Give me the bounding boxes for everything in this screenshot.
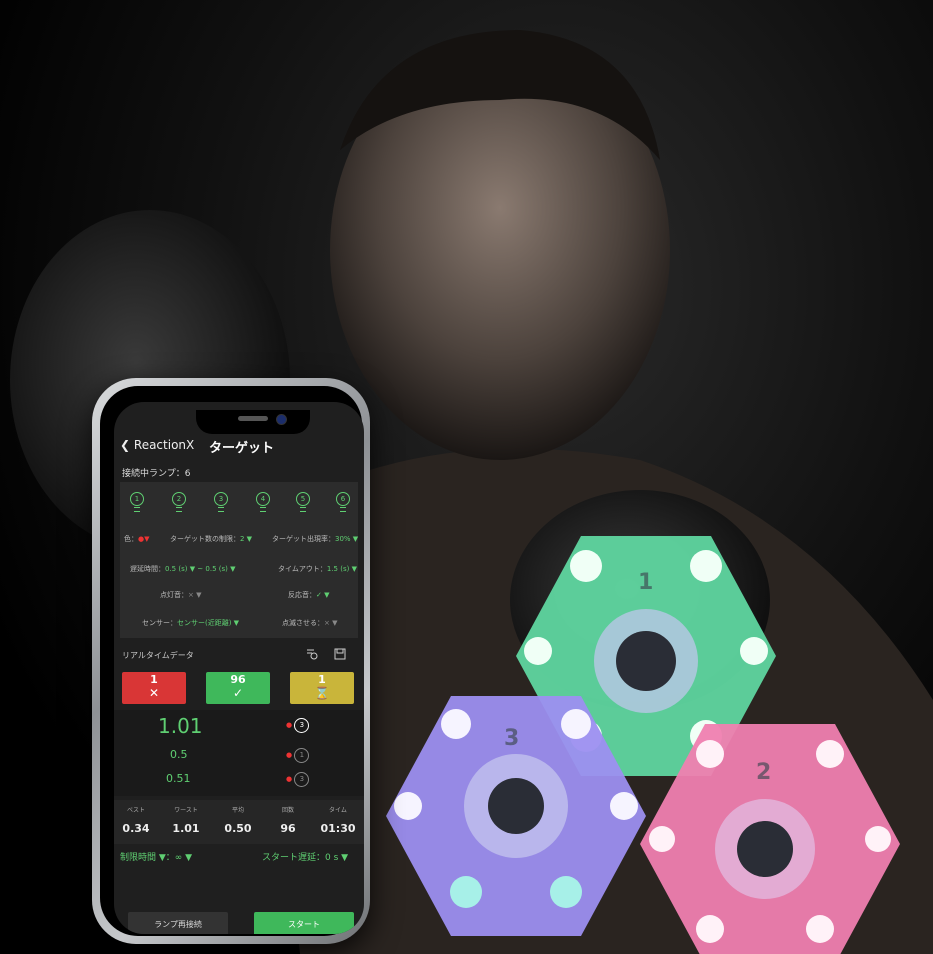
bulb-icon bbox=[134, 507, 140, 512]
lamp-rank-1: ● 3 bbox=[286, 718, 310, 733]
stat-header: ワースト bbox=[174, 807, 198, 814]
save-icon[interactable] bbox=[334, 648, 346, 660]
miss-count-tile: 1 ✕ bbox=[122, 672, 186, 704]
lamp-rank-3: ● 3 bbox=[286, 772, 310, 787]
timeout-setting[interactable]: タイムアウト：1.5 (s) ▼ bbox=[278, 564, 357, 574]
stat-value: 96 bbox=[280, 822, 296, 835]
realtime-title: リアルタイムデータ bbox=[122, 651, 194, 660]
reaction-times: 1.01 0.5 0.51 ● 3 ● 1 ● 3 bbox=[114, 710, 364, 796]
delay-setting[interactable]: 遅延時間：0.5 (s) ▼ ~ 0.5 (s) ▼ bbox=[130, 564, 235, 574]
bulb-icon bbox=[218, 507, 224, 512]
time-limit-setting[interactable]: 制限時間 ▼：∞ ▼ bbox=[120, 850, 192, 863]
hexagon-number: 1 bbox=[638, 570, 654, 595]
scene: 1 3 2 ❮ ReactionX ターゲット 接続中ランプ：6 1 2 3 4… bbox=[0, 0, 933, 954]
color-setting[interactable]: 色：●▼ bbox=[124, 534, 150, 544]
stats-row: ベスト ワースト 平均 回数 タイム 0.34 1.01 0.50 96 01:… bbox=[114, 800, 364, 844]
appear-rate-setting[interactable]: ターゲット出現率：30% ▼ bbox=[272, 534, 358, 544]
start-delay-setting[interactable]: スタート遅延：0 s ▼ bbox=[262, 850, 348, 863]
nav-bar: ❮ ReactionX ターゲット bbox=[114, 434, 364, 460]
previous-time-1: 0.5 bbox=[170, 748, 188, 761]
reset-icon[interactable] bbox=[306, 648, 318, 660]
stat-header: 平均 bbox=[231, 807, 244, 814]
sensor-setting[interactable]: センサー：センサー(近距離) ▼ bbox=[142, 618, 239, 628]
hit-count-tile: 96 ✓ bbox=[206, 672, 270, 704]
back-button[interactable]: ❮ ReactionX bbox=[120, 438, 194, 452]
stat-header: タイム bbox=[329, 807, 347, 814]
bulb-icon bbox=[176, 507, 182, 512]
lamp-2[interactable]: 2 bbox=[168, 492, 190, 512]
realtime-header: リアルタイムデータ bbox=[120, 646, 358, 664]
bulb-icon bbox=[260, 507, 266, 512]
start-button[interactable]: スタート bbox=[254, 912, 354, 934]
stat-header: 回数 bbox=[281, 807, 294, 814]
lamp-list: 1 2 3 4 5 6 bbox=[120, 492, 358, 516]
hourglass-icon: ⌛ bbox=[314, 686, 330, 700]
hexagon-number: 3 bbox=[504, 726, 520, 751]
hexagon-lamp-3: 3 bbox=[386, 696, 646, 936]
lamp-5[interactable]: 5 bbox=[292, 492, 314, 512]
blink-setting[interactable]: 点滅させる：× ▼ bbox=[282, 618, 337, 628]
hexagon-lamp-2: 2 bbox=[640, 724, 900, 954]
light-sound-setting[interactable]: 点灯音：× ▼ bbox=[160, 590, 201, 600]
bulb-icon bbox=[340, 507, 346, 512]
app-screen: ❮ ReactionX ターゲット 接続中ランプ：6 1 2 3 4 5 6 色… bbox=[114, 402, 364, 934]
check-icon: ✓ bbox=[232, 686, 244, 700]
phone-bezel: ❮ ReactionX ターゲット 接続中ランプ：6 1 2 3 4 5 6 色… bbox=[100, 386, 364, 936]
page-title: ターゲット bbox=[209, 441, 275, 456]
reconnect-lamps-button[interactable]: ランプ再接続 bbox=[128, 912, 228, 934]
lamp-1[interactable]: 1 bbox=[126, 492, 148, 512]
previous-time-2: 0.51 bbox=[166, 772, 191, 785]
hexagon-number: 2 bbox=[756, 760, 772, 785]
connected-lamps-label: 接続中ランプ：6 bbox=[122, 469, 191, 479]
stat-value: 01:30 bbox=[320, 822, 356, 835]
lamp-3[interactable]: 3 bbox=[210, 492, 232, 512]
lamp-6[interactable]: 6 bbox=[332, 492, 354, 512]
react-sound-setting[interactable]: 反応音：✓ ▼ bbox=[288, 590, 329, 600]
hair bbox=[340, 30, 660, 160]
face bbox=[330, 40, 670, 460]
timeout-count-tile: 1 ⌛ bbox=[290, 672, 354, 704]
settings-panel: 1 2 3 4 5 6 色：●▼ ターゲット数の制限：2 ▼ ターゲット出現率：… bbox=[120, 482, 358, 638]
notch bbox=[196, 410, 310, 434]
lamp-4[interactable]: 4 bbox=[252, 492, 274, 512]
stat-value: 1.01 bbox=[172, 822, 200, 835]
lamp-rank-2: ● 1 bbox=[286, 748, 310, 763]
stat-value: 0.50 bbox=[224, 822, 252, 835]
chevron-left-icon: ❮ bbox=[120, 438, 131, 452]
phone-frame: ❮ ReactionX ターゲット 接続中ランプ：6 1 2 3 4 5 6 色… bbox=[92, 378, 370, 944]
chevron-down-icon: ▼ bbox=[144, 535, 150, 543]
stat-header: ベスト bbox=[126, 807, 146, 814]
bulb-icon bbox=[300, 507, 306, 512]
stat-value: 0.34 bbox=[122, 822, 150, 835]
latest-time: 1.01 bbox=[158, 714, 203, 738]
target-limit-setting[interactable]: ターゲット数の制限：2 ▼ bbox=[170, 534, 252, 544]
cross-icon: ✕ bbox=[148, 686, 160, 700]
